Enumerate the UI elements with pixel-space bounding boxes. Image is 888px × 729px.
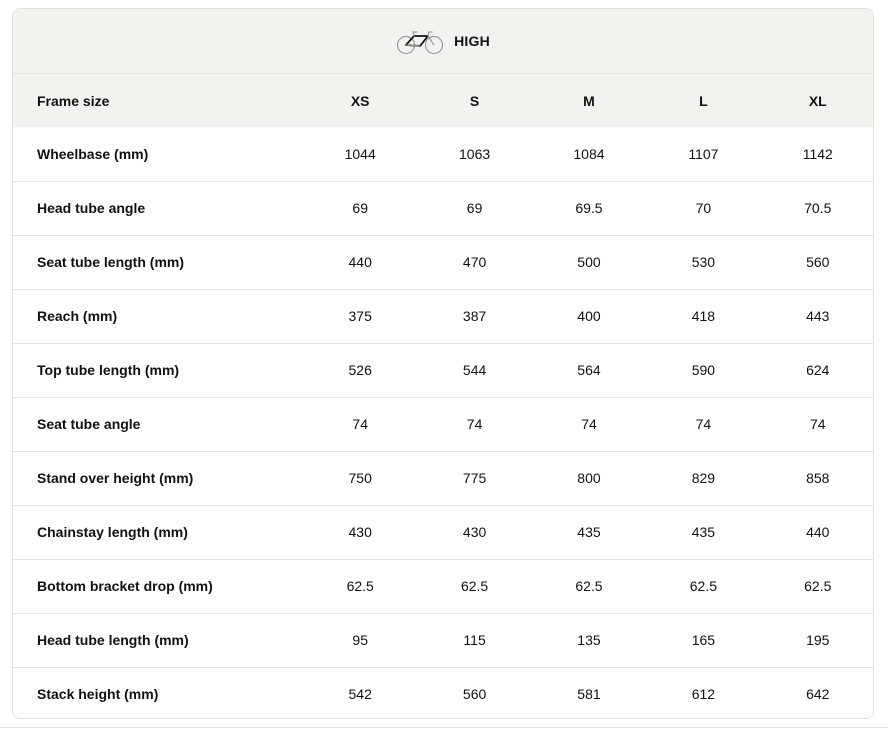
row-label: Wheelbase (mm): [37, 145, 149, 162]
cell-value: 560: [806, 254, 830, 270]
page-divider: [0, 727, 888, 728]
road-bike-icon: [396, 27, 444, 55]
cell-value: 115: [463, 632, 486, 648]
size-header-xl: XL: [808, 92, 827, 109]
row-label: Head tube angle: [37, 200, 146, 216]
cell-value: 387: [462, 308, 487, 324]
geometry-header: HIGH: [13, 9, 873, 74]
cell-value: 430: [348, 524, 372, 540]
cell-value: 624: [806, 362, 830, 378]
cell-value: 62.5: [575, 578, 603, 594]
geometry-table: Frame size XS S M L XL Wheelbase (mm) 104…: [13, 74, 873, 718]
size-header-row: Frame size XS S M L XL: [13, 74, 873, 127]
cell-value: 74: [581, 416, 597, 432]
table-row: Head tube length (mm) 95 115 135 165 195: [13, 613, 873, 667]
cell-value: 70: [695, 200, 712, 216]
cell-value: 470: [462, 254, 487, 270]
cell-value: 829: [691, 470, 716, 486]
table-row: Reach (mm) 375 387 400 418 443: [13, 289, 873, 343]
cell-value: 70.5: [804, 200, 832, 216]
cell-value: 74: [695, 416, 712, 432]
table-row: Top tube length (mm) 526 544 564 590 624: [13, 343, 873, 397]
cell-value: 1044: [344, 145, 376, 162]
row-label: Bottom bracket drop (mm): [37, 578, 213, 594]
cell-value: 95: [352, 632, 368, 648]
cell-value: 440: [806, 524, 830, 540]
row-label: Chainstay length (mm): [37, 524, 188, 540]
cell-value: 800: [577, 470, 601, 486]
cell-value: 544: [462, 362, 487, 378]
table-row: Seat tube length (mm) 440 470 500 530 560: [13, 235, 873, 289]
size-header-s: S: [469, 92, 480, 109]
cell-value: 564: [577, 362, 601, 378]
size-header-xs: XS: [350, 92, 370, 109]
cell-value: 418: [691, 308, 716, 324]
cell-value: 195: [806, 632, 830, 648]
cell-value: 590: [691, 362, 716, 378]
cell-value: 62.5: [346, 578, 374, 594]
cell-value: 530: [691, 254, 716, 270]
cell-value: 74: [352, 416, 368, 432]
table-row: Wheelbase (mm) 1044 1063 1084 1107 1142: [13, 127, 873, 181]
geometry-card: HIGH Frame size XS S M L XL Wheelbase (m…: [12, 8, 874, 719]
cell-value: 69: [466, 200, 483, 216]
frame-size-label: Frame size: [37, 92, 110, 109]
cell-value: 642: [806, 686, 830, 703]
cell-value: 775: [462, 470, 487, 486]
cell-value: 165: [691, 632, 716, 648]
cell-value: 526: [348, 362, 372, 378]
cell-value: 62.5: [460, 578, 489, 594]
cell-value: 1107: [688, 145, 719, 162]
cell-value: 69: [352, 200, 368, 216]
row-label: Head tube length (mm): [37, 632, 189, 648]
cell-value: 400: [577, 308, 601, 324]
cell-value: 612: [691, 686, 716, 703]
row-label: Seat tube angle: [37, 416, 141, 432]
cell-value: 500: [577, 254, 601, 270]
cell-value: 62.5: [804, 578, 832, 594]
row-label: Stand over height (mm): [37, 470, 194, 486]
cell-value: 69.5: [575, 200, 603, 216]
size-header-l: L: [699, 92, 708, 109]
cell-value: 440: [348, 254, 372, 270]
cell-value: 443: [806, 308, 830, 324]
table-row: Stand over height (mm) 750 775 800 829 858: [13, 451, 873, 505]
cell-value: 435: [577, 524, 601, 540]
table-row: Stack height (mm) 542 560 581 612 642: [13, 667, 873, 718]
cell-value: 750: [348, 470, 372, 486]
cell-value: 375: [348, 308, 372, 324]
table-row: Chainstay length (mm) 430 430 435 435 440: [13, 505, 873, 559]
cell-value: 62.5: [689, 578, 717, 594]
cell-value: 1084: [573, 145, 605, 162]
cell-value: 74: [466, 416, 483, 432]
row-label: Reach (mm): [37, 308, 118, 324]
cell-value: 1142: [802, 145, 833, 162]
cell-value: 560: [462, 686, 487, 703]
row-label: Seat tube length (mm): [37, 254, 185, 270]
cell-value: 430: [462, 524, 487, 540]
table-row: Bottom bracket drop (mm) 62.5 62.5 62.5 62.5…: [13, 559, 873, 613]
cell-value: 1063: [459, 145, 491, 162]
cell-value: 135: [577, 632, 601, 648]
cell-value: 435: [691, 524, 716, 540]
cell-value: 542: [348, 686, 372, 703]
row-label: Top tube length (mm): [37, 362, 180, 378]
cell-value: 74: [809, 416, 826, 432]
geometry-table-body: Wheelbase (mm) 1044 1063 1084 1107 1142 Head t…: [13, 127, 873, 718]
table-row: Seat tube angle 74 74 74 74 74: [13, 397, 873, 451]
cell-value: 858: [806, 470, 830, 486]
cell-value: 581: [577, 686, 601, 703]
size-header-m: M: [583, 92, 595, 109]
table-row: Head tube angle 69 69 69.5 70 70.5: [13, 181, 873, 235]
geometry-title: HIGH: [454, 33, 490, 49]
row-label: Stack height (mm): [37, 686, 159, 703]
